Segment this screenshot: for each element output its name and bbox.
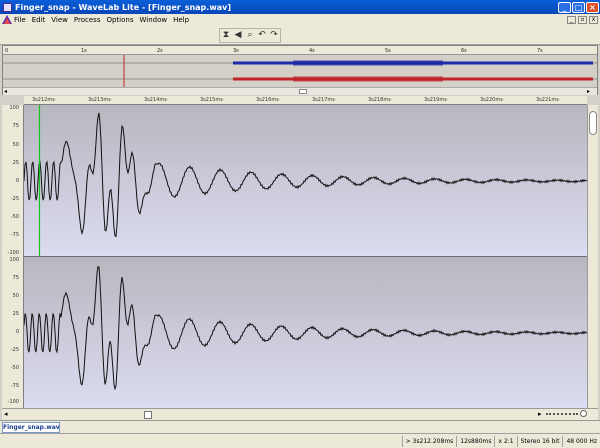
document-tab[interactable]: Finger_snap.wav (2, 422, 60, 433)
overview-pane[interactable]: 0 1s 2s 3s 4s 5s 6s 7s ◂ ▸ (2, 45, 598, 95)
menu-options[interactable]: Options (106, 16, 133, 24)
time-tick: 3s217ms (312, 97, 335, 103)
overview-ruler: 0 1s 2s 3s 4s 5s 6s 7s (3, 46, 597, 55)
status-format[interactable]: Stereo 16 bit (516, 435, 563, 447)
level-label: 75 (12, 275, 19, 281)
level-label: 25 (12, 160, 19, 166)
redo-icon[interactable]: ↷ (269, 30, 280, 41)
toolbar: ⧗ ◀ ⌕ ↶ ↷ (0, 25, 600, 45)
time-tick: 3s218ms (368, 97, 391, 103)
level-label: 50 (12, 142, 19, 148)
scroll-right-icon[interactable]: ▸ (538, 410, 542, 418)
time-tick: 3s219ms (424, 97, 447, 103)
menu-window[interactable]: Window (139, 16, 167, 24)
status-sample-rate[interactable]: 48 000 Hz (562, 435, 600, 447)
level-label: 0 (15, 178, 19, 184)
overview-tick: 5s (385, 48, 391, 54)
menu-file[interactable]: File (14, 16, 26, 24)
horizontal-zoom-slider[interactable] (546, 410, 592, 419)
menu-edit[interactable]: Edit (32, 16, 46, 24)
title-bar: Finger_snap - WaveLab Lite - [Finger_sna… (0, 0, 600, 14)
scroll-left-icon[interactable]: ◂ (4, 88, 7, 95)
overview-tick: 6s (461, 48, 467, 54)
vertical-zoom-slider[interactable] (589, 111, 597, 135)
minimize-button[interactable]: _ (558, 1, 571, 13)
level-label: 0 (15, 329, 19, 335)
document-tab-bar: Finger_snap.wav (0, 420, 600, 433)
time-tick: 3s221ms (536, 97, 559, 103)
doc-minimize-button[interactable]: _ (567, 15, 576, 24)
overview-scrollbar[interactable]: ◂ ▸ (3, 87, 597, 95)
zoom-knob[interactable] (579, 410, 587, 417)
window-title: Finger_snap - WaveLab Lite - [Finger_sna… (15, 2, 231, 12)
level-axis: 100 75 50 25 0 -25 -50 -75 -100 100 75 5… (2, 105, 24, 408)
time-tick: 3s212ms (32, 97, 55, 103)
menu-bar: File Edit View Process Options Window He… (0, 14, 600, 25)
level-label: -75 (10, 232, 19, 238)
time-tick: 3s215ms (200, 97, 223, 103)
wave-editor: 3s212ms 3s213ms 3s214ms 3s215ms 3s216ms … (2, 96, 598, 408)
scroll-left-icon[interactable]: ◂ (4, 410, 8, 418)
close-button[interactable]: × (586, 1, 599, 13)
level-label: -50 (10, 214, 19, 220)
waveform-view[interactable] (24, 105, 587, 408)
vertical-zoom-bar[interactable] (587, 105, 598, 408)
status-view-length[interactable]: 12s880ms (456, 435, 494, 447)
document-window-controls: _ ▫ x (567, 15, 600, 24)
scroll-right-icon[interactable]: ▸ (587, 88, 590, 95)
doc-close-button[interactable]: x (589, 15, 598, 24)
level-label: -50 (10, 365, 19, 371)
maximize-button[interactable]: □ (572, 1, 585, 13)
level-label: -100 (7, 399, 19, 405)
magnifier-icon[interactable]: ⌕ (245, 30, 256, 41)
horizontal-scroll-thumb[interactable] (144, 411, 152, 419)
level-label: 25 (12, 311, 19, 317)
menu-help[interactable]: Help (173, 16, 189, 24)
level-label: 75 (12, 123, 19, 129)
speaker-icon[interactable]: ◀ (233, 30, 244, 41)
doc-restore-button[interactable]: ▫ (578, 15, 587, 24)
status-zoom[interactable]: x 2:1 (494, 435, 516, 447)
hourglass-icon[interactable]: ⧗ (221, 30, 232, 41)
level-label: 100 (9, 257, 19, 263)
time-tick: 3s216ms (256, 97, 279, 103)
time-tick: 3s213ms (88, 97, 111, 103)
overview-tick: 3s (233, 48, 239, 54)
level-label: -100 (7, 250, 19, 256)
menu-view[interactable]: View (51, 16, 68, 24)
level-label: -75 (10, 383, 19, 389)
overview-tick: 0 (5, 48, 9, 54)
overview-scroll-thumb[interactable] (299, 89, 307, 94)
horizontal-scrollbar[interactable]: ◂ ▸ (2, 408, 598, 420)
tool-group: ⧗ ◀ ⌕ ↶ ↷ (219, 28, 281, 43)
time-tick: 3s214ms (144, 97, 167, 103)
wavelab-logo-icon (2, 15, 12, 24)
level-label: -25 (10, 347, 19, 353)
menu-process[interactable]: Process (74, 16, 101, 24)
zoom-track (546, 412, 578, 415)
status-bar: > 3s212.208ms 12s880ms x 2:1 Stereo 16 b… (0, 433, 600, 448)
overview-tick: 1s (81, 48, 87, 54)
level-label: 50 (12, 293, 19, 299)
overview-tick: 4s (309, 48, 315, 54)
level-label: 100 (9, 105, 19, 111)
app-icon (3, 2, 12, 12)
time-ruler[interactable]: 3s212ms 3s213ms 3s214ms 3s215ms 3s216ms … (24, 96, 587, 105)
overview-tick: 2s (157, 48, 163, 54)
overview-waveform[interactable] (3, 55, 597, 87)
undo-icon[interactable]: ↶ (257, 30, 268, 41)
level-label: -25 (10, 196, 19, 202)
status-position[interactable]: > 3s212.208ms (401, 435, 457, 447)
overview-tick: 7s (537, 48, 543, 54)
time-tick: 3s220ms (480, 97, 503, 103)
